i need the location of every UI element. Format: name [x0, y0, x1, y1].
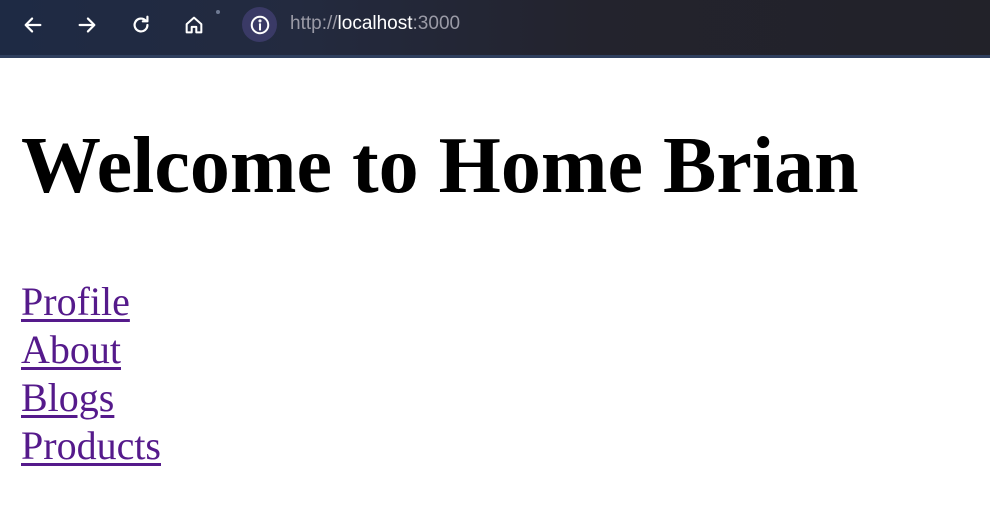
url-host: localhost — [337, 13, 413, 34]
nav-links: Profile About Blogs Products — [21, 278, 971, 470]
home-button[interactable] — [177, 8, 211, 42]
page-content: Welcome to Home Brian Profile About Blog… — [21, 58, 971, 470]
profile-link[interactable]: Profile — [21, 278, 130, 326]
notification-dot — [216, 10, 220, 14]
browser-toolbar: http://localhost:3000 — [0, 0, 990, 58]
url-port: :3000 — [412, 13, 461, 34]
arrow-left-icon — [24, 17, 42, 33]
about-link[interactable]: About — [21, 326, 121, 374]
blogs-link[interactable]: Blogs — [21, 374, 114, 422]
arrow-right-icon — [78, 17, 96, 33]
products-link[interactable]: Products — [21, 422, 161, 470]
page-title: Welcome to Home Brian — [21, 122, 859, 210]
address-bar[interactable]: http://localhost:3000 — [290, 12, 460, 36]
home-icon — [185, 16, 203, 34]
reload-icon — [133, 15, 149, 33]
site-info-button[interactable] — [242, 7, 277, 42]
back-button[interactable] — [16, 8, 50, 42]
reload-button[interactable] — [124, 8, 158, 42]
info-icon — [250, 15, 269, 34]
url-scheme: http:// — [290, 13, 338, 34]
forward-button[interactable] — [70, 8, 104, 42]
